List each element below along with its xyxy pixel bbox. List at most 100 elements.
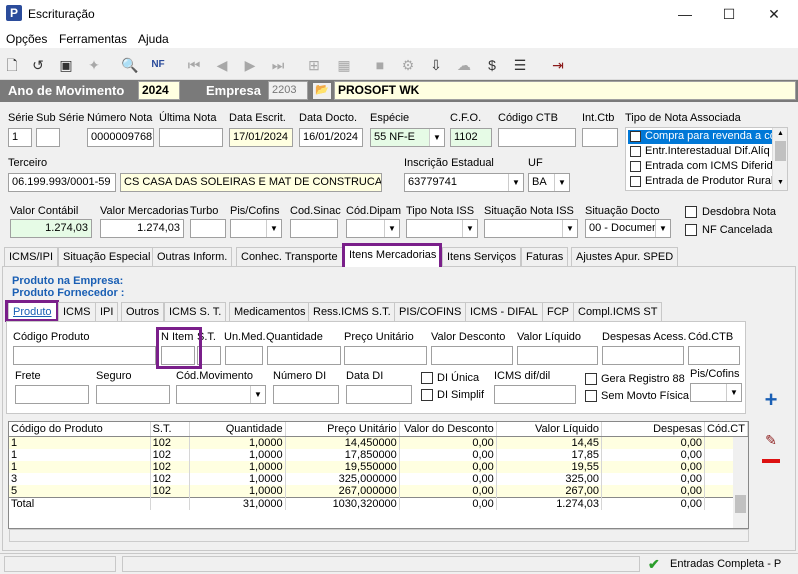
quantidade-field[interactable] [267,346,341,365]
situacao-docto-select[interactable]: 00 - Documen ▼ [585,219,671,238]
print-preview-icon[interactable]: 🔍 [120,56,140,74]
icms-dif-field[interactable] [494,385,576,404]
tipo-nota-checkbox-0[interactable] [630,131,641,142]
cfo-field[interactable]: 1102 [450,128,492,147]
uf-select[interactable]: BA ▼ [528,173,570,192]
subtab-compl-icms-st[interactable]: Compl.ICMS ST [573,302,663,321]
table-row[interactable]: 3 102 1,0000 325,000000 0,00 325,00 0,00 [9,472,748,485]
situacao-iss-select[interactable]: ▼ [484,219,578,238]
chevron-down-icon[interactable]: ▼ [726,384,741,401]
save-icon[interactable]: ▣ [56,56,76,74]
download-icon[interactable]: ⇩ [426,56,446,74]
cod-sinac-field[interactable] [290,219,338,238]
chevron-down-icon[interactable]: ▼ [266,220,281,237]
desdobra-nota-checkbox[interactable] [685,206,697,218]
chevron-down-icon[interactable]: ▼ [384,220,399,237]
col-codigo-produto[interactable]: Código do Produto [9,422,151,437]
edit-item-icon[interactable]: ✎ [760,432,782,448]
folder-icon[interactable]: ■ [370,56,390,74]
subtab-icms[interactable]: ICMS [58,302,96,321]
nfe-icon[interactable]: NF [148,56,168,74]
subserie-field[interactable] [36,128,60,147]
pis-cofins-select[interactable]: ▼ [230,219,282,238]
maximize-button[interactable]: ☐ [707,2,751,26]
chevron-down-icon[interactable]: ▼ [250,386,265,403]
sem-movto-checkbox[interactable] [585,390,597,402]
subtab-fcp[interactable]: FCP [542,302,574,321]
tipo-nota-checkbox-2[interactable] [630,161,641,172]
nf-cancelada-checkbox[interactable] [685,224,697,236]
valor-liquido-field[interactable] [517,346,598,365]
first-record-icon[interactable]: ⏮ [184,56,204,74]
terceiro-cnpj-field[interactable]: 06.199.993/0001-59 [8,173,116,192]
ultima-nota-field[interactable] [159,128,223,147]
cod-ctb-field[interactable] [688,346,740,365]
tab-icms-ipi[interactable]: ICMS/IPI [4,247,59,266]
tipo-nota-checkbox-1[interactable] [630,146,641,157]
valor-mercadorias-field[interactable]: 1.274,03 [100,219,184,238]
ie-select[interactable]: 63779741 ▼ [404,173,524,192]
cloud-icon[interactable]: ☁ [454,56,474,74]
tab-ajustes-sped[interactable]: Ajustes Apur. SPED [571,247,679,266]
tab-itens-servicos[interactable]: Itens Serviços [442,247,522,266]
codigo-produto-field[interactable] [13,346,156,365]
minimize-button[interactable]: — [663,2,707,26]
especie-select[interactable]: 55 NF-E ▼ [370,128,445,147]
col-despesas[interactable]: Despesas [601,422,706,437]
chevron-down-icon[interactable]: ▼ [554,174,569,191]
tipo-nota-item-1[interactable]: Entr.Interestadual Dif.Alíq [628,145,772,159]
frete-field[interactable] [15,385,89,404]
col-st[interactable]: S.T. [150,422,191,437]
grid-vscrollbar[interactable] [733,437,748,528]
seguro-field[interactable] [96,385,170,404]
gera-registro-checkbox[interactable] [585,373,597,385]
preco-unitario-field[interactable] [344,346,427,365]
scroll-down-icon[interactable]: ▼ [775,179,786,188]
subtab-outros[interactable]: Outros [121,302,165,321]
menu-ferramentas[interactable]: Ferramentas [59,32,127,46]
numero-nota-field[interactable]: 0000009768 [87,128,154,147]
tab-outras-inform[interactable]: Outras Inform. [152,247,233,266]
exit-icon[interactable]: ⇥ [548,56,568,74]
cod-movimento-select[interactable]: ▼ [176,385,266,404]
tipo-nota-checkbox-3[interactable] [630,176,641,187]
serie-field[interactable]: 1 [8,128,32,147]
data-docto-field[interactable]: 16/01/2024 [299,128,363,147]
col-quantidade[interactable]: Quantidade [189,422,286,437]
next-record-icon[interactable]: ▶ [240,56,260,74]
new-document-icon[interactable]: 🗋 [2,56,22,74]
tipo-nota-item-3[interactable]: Entrada de Produtor Rural [628,175,773,189]
tab-faturas[interactable]: Faturas [521,247,569,266]
numero-di-field[interactable] [273,385,339,404]
scroll-thumb[interactable] [775,141,786,161]
col-valor-liquido[interactable]: Valor Líquido [496,422,603,437]
col-preco-unitario[interactable]: Preço Unitário [285,422,400,437]
add-item-button[interactable]: + [760,389,782,412]
list-icon[interactable]: ☰ [510,56,530,74]
grid-hscrollbar[interactable] [9,529,749,542]
tipo-nota-scrollbar[interactable]: ▲ ▼ [772,128,787,190]
un-med-field[interactable] [225,346,263,365]
di-simplif-checkbox[interactable] [421,389,433,401]
folder-open-icon[interactable]: 📂 [312,82,332,100]
subtab-ress-icms-st[interactable]: Ress.ICMS S.T. [308,302,396,321]
grid-icon[interactable]: ▦ [334,56,354,74]
chevron-down-icon[interactable]: ▼ [655,220,670,237]
undo-icon[interactable]: ↺ [28,56,48,74]
gear-icon[interactable]: ⚙ [398,56,418,74]
chevron-down-icon[interactable]: ▼ [508,174,523,191]
money-icon[interactable]: $ [482,56,502,74]
col-cod-ctb[interactable]: Cód.CT [704,422,748,437]
menu-ajuda[interactable]: Ajuda [138,32,169,46]
subtab-icms-difal[interactable]: ICMS - DIFAL [465,302,543,321]
grid-scroll-thumb[interactable] [735,495,746,513]
data-di-field[interactable] [346,385,412,404]
data-escrit-field[interactable]: 17/01/2024 [229,128,293,147]
menu-opcoes[interactable]: Opções [6,32,47,46]
chevron-down-icon[interactable]: ▼ [429,129,444,146]
di-unica-checkbox[interactable] [421,372,433,384]
tool-icon[interactable]: ✦ [84,56,104,74]
chevron-down-icon[interactable]: ▼ [462,220,477,237]
previous-record-icon[interactable]: ◀ [212,56,232,74]
tipo-nota-list[interactable]: Compra para revenda a co Entr.Interestad… [625,127,788,191]
